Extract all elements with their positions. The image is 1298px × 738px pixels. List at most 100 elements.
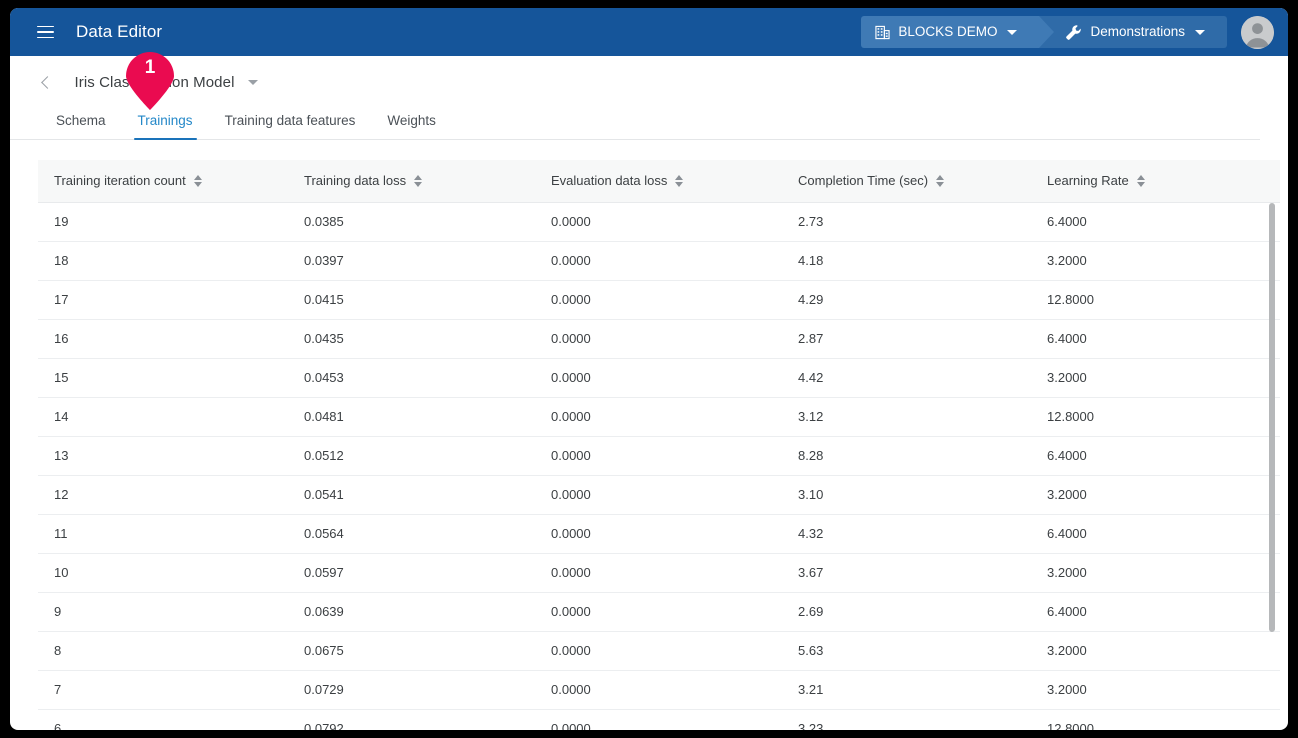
cell-learning-rate: 3.2000 [1031, 670, 1280, 710]
table-scrollbar[interactable] [1268, 203, 1276, 730]
table-scrollbar-thumb[interactable] [1269, 203, 1275, 632]
table-header: Training iteration count Training data l… [38, 160, 1280, 203]
table-row[interactable]: 6 0.0792 0.0000 3.23 12.8000 [38, 709, 1280, 730]
table-row[interactable]: 19 0.0385 0.0000 2.73 6.4000 [38, 202, 1280, 242]
sort-icon[interactable] [1136, 174, 1145, 187]
cell-training-iteration-count: 18 [38, 241, 288, 281]
column-header-label: Training data loss [304, 173, 407, 189]
cell-evaluation-data-loss: 0.0000 [535, 241, 782, 281]
cell-completion-time: 4.42 [782, 358, 1031, 398]
table-row[interactable]: 17 0.0415 0.0000 4.29 12.8000 [38, 280, 1280, 320]
column-header-label: Learning Rate [1047, 173, 1129, 189]
app-bar-right: BLOCKS DEMO Demonstrations [861, 8, 1278, 56]
app-window: Data Editor BLOCKS DEMO Demonstrations I… [10, 8, 1288, 730]
cell-training-iteration-count: 8 [38, 631, 288, 671]
cell-learning-rate: 6.4000 [1031, 436, 1280, 476]
cell-learning-rate: 3.2000 [1031, 631, 1280, 671]
chevron-down-icon[interactable] [1007, 29, 1018, 35]
table-row[interactable]: 16 0.0435 0.0000 2.87 6.4000 [38, 319, 1280, 359]
cell-learning-rate: 3.2000 [1031, 241, 1280, 281]
cell-training-data-loss: 0.0481 [288, 397, 535, 437]
table-row[interactable]: 13 0.0512 0.0000 8.28 6.4000 [38, 436, 1280, 476]
cell-evaluation-data-loss: 0.0000 [535, 592, 782, 632]
cell-training-iteration-count: 17 [38, 280, 288, 320]
table-row[interactable]: 10 0.0597 0.0000 3.67 3.2000 [38, 553, 1280, 593]
cell-completion-time: 4.29 [782, 280, 1031, 320]
cell-evaluation-data-loss: 0.0000 [535, 709, 782, 730]
tab-bar: Schema Trainings Training data features … [10, 100, 1260, 140]
column-header-training-iteration-count[interactable]: Training iteration count [38, 160, 288, 203]
cell-training-data-loss: 0.0541 [288, 475, 535, 515]
wrench-icon [1065, 24, 1082, 41]
column-header-label: Completion Time (sec) [798, 173, 929, 189]
cell-completion-time: 3.12 [782, 397, 1031, 437]
table-row[interactable]: 7 0.0729 0.0000 3.21 3.2000 [38, 670, 1280, 710]
tab-weights[interactable]: Weights [371, 113, 452, 139]
building-icon [875, 25, 891, 40]
cell-learning-rate: 6.4000 [1031, 514, 1280, 554]
cell-learning-rate: 6.4000 [1031, 592, 1280, 632]
column-header-label: Training iteration count [54, 173, 186, 189]
cell-evaluation-data-loss: 0.0000 [535, 280, 782, 320]
cell-evaluation-data-loss: 0.0000 [535, 358, 782, 398]
table-row[interactable]: 14 0.0481 0.0000 3.12 12.8000 [38, 397, 1280, 437]
cell-training-iteration-count: 12 [38, 475, 288, 515]
cell-learning-rate: 12.8000 [1031, 709, 1280, 730]
hamburger-icon[interactable] [32, 19, 58, 45]
cell-completion-time: 3.10 [782, 475, 1031, 515]
column-header-completion-time[interactable]: Completion Time (sec) [782, 160, 1031, 203]
cell-evaluation-data-loss: 0.0000 [535, 631, 782, 671]
trainings-table-container: Training iteration count Training data l… [38, 160, 1280, 730]
sort-icon[interactable] [936, 174, 945, 187]
cell-evaluation-data-loss: 0.0000 [535, 202, 782, 242]
breadcrumb-blocks-demo-label: BLOCKS DEMO [898, 24, 998, 40]
cell-evaluation-data-loss: 0.0000 [535, 670, 782, 710]
column-header-evaluation-data-loss[interactable]: Evaluation data loss [535, 160, 782, 203]
breadcrumb-blocks-demo[interactable]: BLOCKS DEMO [861, 16, 1055, 48]
cell-training-data-loss: 0.0792 [288, 709, 535, 730]
cell-training-iteration-count: 9 [38, 592, 288, 632]
user-avatar-icon [1241, 15, 1274, 49]
cell-learning-rate: 6.4000 [1031, 319, 1280, 359]
table-row[interactable]: 11 0.0564 0.0000 4.32 6.4000 [38, 514, 1280, 554]
cell-training-data-loss: 0.0453 [288, 358, 535, 398]
page-header: Iris Classification Model [10, 56, 1288, 100]
column-header-learning-rate[interactable]: Learning Rate [1031, 160, 1280, 203]
cell-training-data-loss: 0.0564 [288, 514, 535, 554]
tab-training-data-features[interactable]: Training data features [209, 113, 372, 139]
table-row[interactable]: 18 0.0397 0.0000 4.18 3.2000 [38, 241, 1280, 281]
table-row[interactable]: 8 0.0675 0.0000 5.63 3.2000 [38, 631, 1280, 671]
cell-completion-time: 2.73 [782, 202, 1031, 242]
cell-training-iteration-count: 10 [38, 553, 288, 593]
cell-learning-rate: 12.8000 [1031, 280, 1280, 320]
screenshot-frame: Data Editor BLOCKS DEMO Demonstrations I… [0, 0, 1298, 738]
avatar[interactable] [1241, 15, 1274, 49]
cell-training-data-loss: 0.0639 [288, 592, 535, 632]
chevron-down-icon[interactable] [1195, 29, 1205, 35]
cell-evaluation-data-loss: 0.0000 [535, 475, 782, 515]
sort-icon[interactable] [675, 174, 684, 187]
page-title-chevron-down-icon[interactable] [247, 80, 258, 86]
chevron-left-icon[interactable] [38, 75, 54, 91]
tab-schema[interactable]: Schema [40, 113, 122, 139]
cell-training-data-loss: 0.0597 [288, 553, 535, 593]
tab-trainings[interactable]: Trainings [122, 113, 209, 140]
cell-training-iteration-count: 6 [38, 709, 288, 730]
cell-completion-time: 3.23 [782, 709, 1031, 730]
cell-training-iteration-count: 14 [38, 397, 288, 437]
table-row[interactable]: 12 0.0541 0.0000 3.10 3.2000 [38, 475, 1280, 515]
cell-learning-rate: 3.2000 [1031, 358, 1280, 398]
table-row[interactable]: 9 0.0639 0.0000 2.69 6.4000 [38, 592, 1280, 632]
cell-learning-rate: 3.2000 [1031, 475, 1280, 515]
cell-completion-time: 4.32 [782, 514, 1031, 554]
sort-icon[interactable] [414, 174, 423, 187]
table-row[interactable]: 15 0.0453 0.0000 4.42 3.2000 [38, 358, 1280, 398]
cell-training-data-loss: 0.0435 [288, 319, 535, 359]
breadcrumb-demonstrations[interactable]: Demonstrations [1039, 16, 1227, 48]
sort-icon[interactable] [193, 174, 202, 187]
cell-completion-time: 4.18 [782, 241, 1031, 281]
cell-learning-rate: 3.2000 [1031, 553, 1280, 593]
cell-training-data-loss: 0.0385 [288, 202, 535, 242]
cell-learning-rate: 6.4000 [1031, 202, 1280, 242]
column-header-training-data-loss[interactable]: Training data loss [288, 160, 535, 203]
